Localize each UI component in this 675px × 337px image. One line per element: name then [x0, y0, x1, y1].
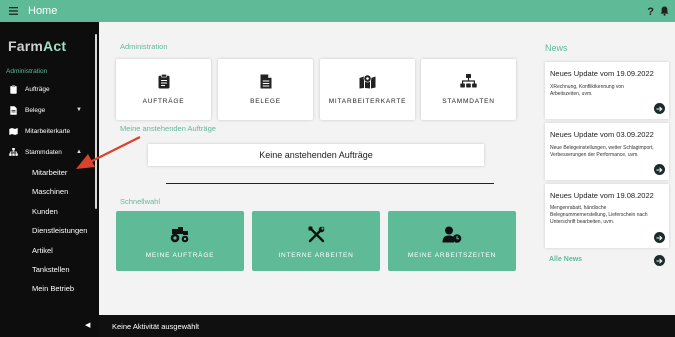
- status-bar: Keine Aktivität ausgewählt: [99, 315, 675, 337]
- news-item[interactable]: Neues Update vom 19.08.2022 Mengenrabatt…: [545, 184, 669, 248]
- news-text: XRechnung, Konfliktkennung von Arbeitsze…: [550, 84, 624, 97]
- all-news-link[interactable]: Alle News: [549, 256, 582, 263]
- arrow-right-icon[interactable]: [654, 232, 665, 243]
- quick-select-heading: Schnellwahl: [120, 197, 161, 206]
- news-item[interactable]: Neues Update vom 19.09.2022 XRechnung, K…: [545, 62, 669, 119]
- news-heading-text: Neues Update vom 19.09.2022: [550, 69, 654, 78]
- quick-label: INTERNE ARBEITEN: [278, 252, 354, 259]
- news-heading: News: [545, 43, 568, 53]
- arrow-right-icon[interactable]: [654, 255, 665, 266]
- news-item[interactable]: Neues Update vom 03.09.2022 Neue Belegei…: [545, 123, 669, 180]
- status-text: Keine Aktivität ausgewählt: [112, 321, 200, 331]
- quick-meine-auftraege[interactable]: MEINE AUFTRÄGE: [116, 211, 244, 271]
- tractor-icon: [170, 225, 190, 243]
- user-clock-icon: [442, 225, 462, 243]
- quick-interne-arbeiten[interactable]: INTERNE ARBEITEN: [252, 211, 380, 271]
- news-text: Neue Belegeinstellungen, weiter Schlagim…: [550, 145, 654, 158]
- news-text: Mengenrabatt, händische Belegnummernerst…: [550, 205, 648, 225]
- arrow-right-icon[interactable]: [654, 164, 665, 175]
- news-heading-text: Neues Update vom 03.09.2022: [550, 130, 654, 139]
- arrow-right-icon[interactable]: [654, 103, 665, 114]
- quick-label: MEINE ARBEITSZEITEN: [407, 252, 497, 259]
- news-heading-text: Neues Update vom 19.08.2022: [550, 191, 654, 200]
- quick-label: MEINE AUFTRÄGE: [145, 252, 215, 259]
- quick-meine-arbeitszeiten[interactable]: MEINE ARBEITSZEITEN: [388, 211, 516, 271]
- tools-icon: [308, 225, 325, 243]
